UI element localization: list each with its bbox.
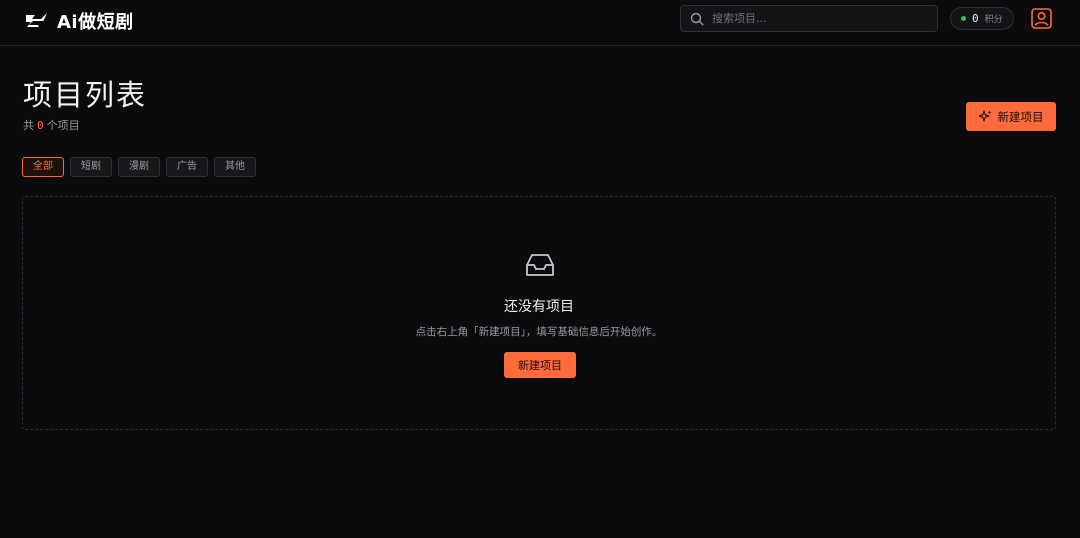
project-count: 0 [37,119,44,132]
search-box[interactable] [680,5,938,32]
app-logo[interactable]: Ai做短剧 [25,8,134,34]
project-count-text: 共 0 个项目 [23,117,80,133]
logo-icon [26,13,47,27]
search-icon [690,12,704,26]
filter-all[interactable]: 全部 [22,157,64,177]
subtitle-suffix: 个项目 [46,119,80,132]
empty-state-description: 点击右上角「新建项目」，填写基础信息后开始创作。 [415,326,663,338]
status-dot [961,16,966,21]
filter-other[interactable]: 其他 [214,157,256,177]
points-unit: 积分 [984,15,1003,25]
empty-state-title: 还没有项目 [504,299,574,315]
empty-state-panel: 还没有项目 点击右上角「新建项目」，填写基础信息后开始创作。 新建项目 [22,196,1056,430]
inbox-icon [526,254,554,276]
category-filters: 全部 短剧 漫剧 广告 其他 [22,157,256,177]
sparkle-icon [978,110,991,122]
app-name: Ai做短剧 [57,12,134,33]
filter-ads[interactable]: 广告 [166,157,208,177]
filter-short-drama[interactable]: 短剧 [70,157,112,177]
page-title: 项目列表 [23,78,148,112]
new-project-label: 新建项目 [997,109,1044,124]
points-badge[interactable]: 0 积分 [950,7,1014,30]
new-project-button[interactable]: 新建项目 [966,102,1056,131]
points-value: 0 [972,12,979,25]
subtitle-prefix: 共 [23,119,34,132]
filter-comic-drama[interactable]: 漫剧 [118,157,160,177]
top-bar: Ai做短剧 0 积分 [0,0,1080,46]
user-icon[interactable] [1031,8,1052,29]
empty-state-new-project-button[interactable]: 新建项目 [504,352,576,378]
search-input[interactable] [712,12,922,25]
